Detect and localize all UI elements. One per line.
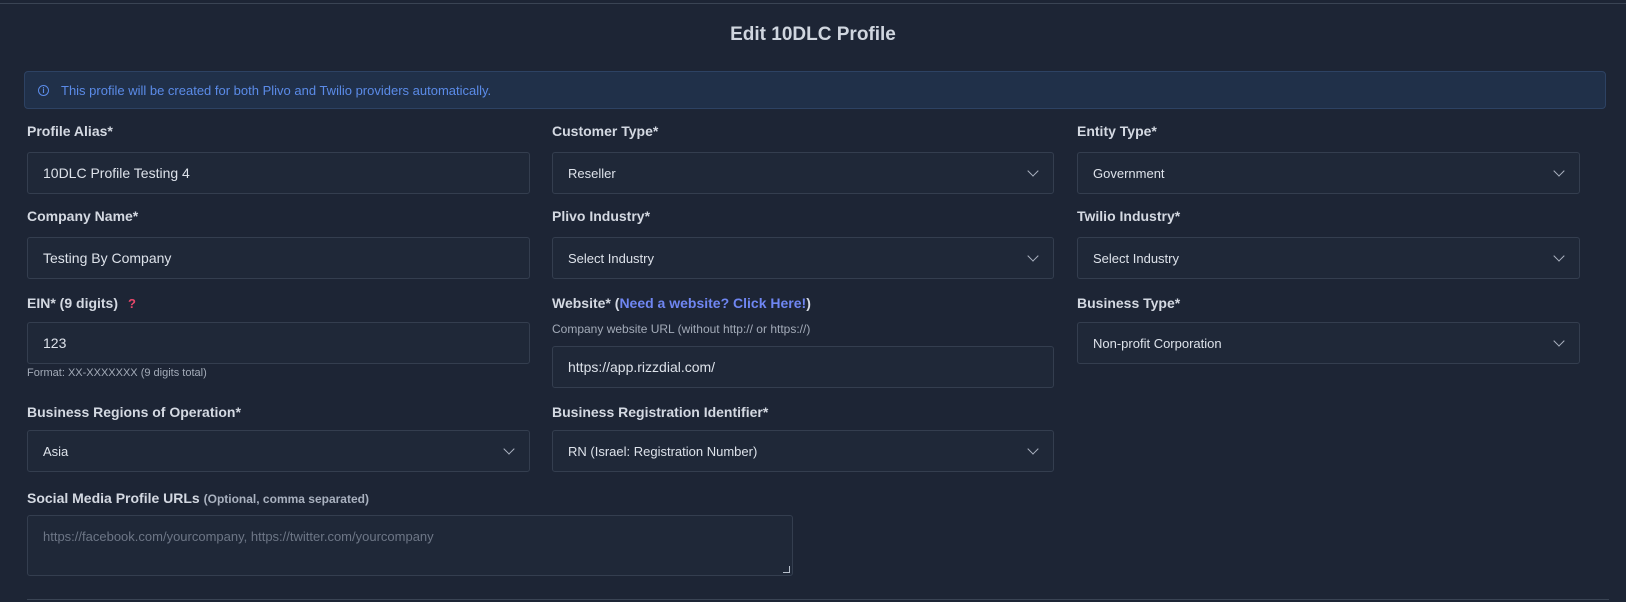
resize-handle[interactable] — [783, 566, 790, 573]
website-label: Website* (Need a website? Click Here!) — [552, 295, 811, 311]
entity-type-value: Government — [1093, 165, 1165, 181]
ein-label: EIN* (9 digits)? — [27, 295, 136, 311]
website-value: https://app.rizzdial.com/ — [568, 359, 716, 375]
bottom-divider — [27, 599, 1609, 600]
website-input[interactable]: https://app.rizzdial.com/ — [552, 346, 1054, 388]
business-regions-value: Asia — [43, 443, 69, 459]
business-registration-identifier-label: Business Registration Identifier* — [552, 404, 769, 420]
business-regions-select[interactable]: Asia — [27, 430, 530, 472]
profile-alias-label: Profile Alias* — [27, 123, 113, 139]
chevron-down-icon — [1027, 250, 1039, 262]
chevron-down-icon — [1553, 335, 1565, 347]
info-banner: i This profile will be created for both … — [24, 71, 1606, 109]
social-media-placeholder: https://facebook.com/yourcompany, https:… — [43, 529, 434, 544]
business-registration-identifier-value: RN (Israel: Registration Number) — [568, 443, 758, 459]
profile-alias-value: 10DLC Profile Testing 4 — [43, 165, 190, 181]
social-media-textarea[interactable]: https://facebook.com/yourcompany, https:… — [27, 515, 793, 576]
need-website-link[interactable]: Need a website? Click Here! — [619, 295, 806, 311]
website-hint: Company website URL (without http:// or … — [552, 322, 811, 336]
twilio-industry-label: Twilio Industry* — [1077, 208, 1181, 224]
plivo-industry-value: Select Industry — [568, 250, 654, 266]
info-icon: i — [38, 84, 49, 96]
business-type-label: Business Type* — [1077, 295, 1181, 311]
plivo-industry-label: Plivo Industry* — [552, 208, 651, 224]
entity-type-label: Entity Type* — [1077, 123, 1157, 139]
help-icon[interactable]: ? — [128, 296, 136, 311]
chevron-down-icon — [1553, 250, 1565, 262]
website-label-prefix: Website* ( — [552, 295, 620, 311]
customer-type-select[interactable]: Reseller — [552, 152, 1054, 194]
chevron-down-icon — [1027, 165, 1039, 177]
ein-label-text: EIN* (9 digits) — [27, 295, 119, 311]
business-registration-identifier-select[interactable]: RN (Israel: Registration Number) — [552, 430, 1054, 472]
company-name-label: Company Name* — [27, 208, 139, 224]
customer-type-label: Customer Type* — [552, 123, 659, 139]
page-title: Edit 10DLC Profile — [730, 24, 896, 45]
profile-alias-input[interactable]: 10DLC Profile Testing 4 — [27, 152, 530, 194]
social-media-label: Social Media Profile URLs (Optional, com… — [27, 490, 369, 506]
top-divider — [0, 3, 1626, 4]
twilio-industry-select[interactable]: Select Industry — [1077, 237, 1580, 279]
chevron-down-icon — [503, 443, 515, 455]
ein-input[interactable]: 123 — [27, 322, 530, 364]
social-media-label-text: Social Media Profile URLs — [27, 490, 200, 506]
entity-type-select[interactable]: Government — [1077, 152, 1580, 194]
info-banner-text: This profile will be created for both Pl… — [61, 82, 492, 98]
company-name-value: Testing By Company — [43, 250, 172, 266]
twilio-industry-value: Select Industry — [1093, 250, 1179, 266]
website-label-suffix: ) — [806, 295, 811, 311]
customer-type-value: Reseller — [568, 165, 616, 181]
business-type-select[interactable]: Non-profit Corporation — [1077, 322, 1580, 364]
ein-value: 123 — [43, 335, 67, 351]
social-media-label-note: (Optional, comma separated) — [203, 492, 369, 506]
business-type-value: Non-profit Corporation — [1093, 335, 1222, 351]
ein-hint: Format: XX-XXXXXXX (9 digits total) — [27, 367, 207, 379]
company-name-input[interactable]: Testing By Company — [27, 237, 530, 279]
plivo-industry-select[interactable]: Select Industry — [552, 237, 1054, 279]
business-regions-label: Business Regions of Operation* — [27, 404, 241, 420]
chevron-down-icon — [1027, 443, 1039, 455]
chevron-down-icon — [1553, 165, 1565, 177]
